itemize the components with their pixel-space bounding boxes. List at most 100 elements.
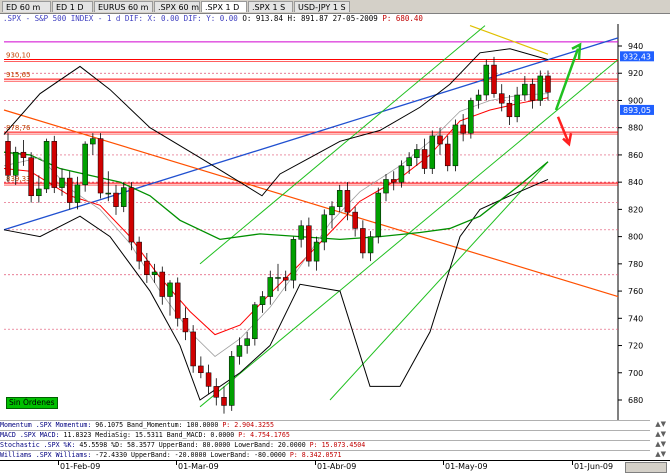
candle-body <box>36 188 42 197</box>
tab-spx-1-s[interactable]: .SPX 1 S <box>248 1 293 12</box>
chart-header: .SPX - S&P 500 INDEX - 1 d DIF: X: 0.00 … <box>3 14 423 24</box>
candle-body <box>128 187 135 243</box>
candle-body <box>306 225 312 262</box>
y-axis-label: 720 <box>628 342 643 351</box>
level-label: 930,10 <box>6 51 31 59</box>
candle-body <box>429 135 436 169</box>
y-axis-label: 680 <box>628 396 643 405</box>
candle-body <box>444 143 451 167</box>
price-chart[interactable]: 930,10915,65878,76839,336807007207407607… <box>0 24 670 420</box>
candle-body <box>282 277 289 281</box>
candle-body <box>460 124 466 134</box>
indicator-pane-3[interactable]: Stochastic .SPX %K: 45.5598 %D: 58.3577 … <box>0 440 650 449</box>
candle-body <box>298 225 304 240</box>
candle-body <box>228 356 235 406</box>
candle-body <box>244 338 250 346</box>
candle-body <box>290 239 297 281</box>
candle-body <box>329 206 335 216</box>
candle-body <box>82 143 88 186</box>
price-tag-label: 932,43 <box>623 52 651 61</box>
indicator-pane-4[interactable]: Williams .SPX Williams: -72.4330 UpperBa… <box>0 450 650 459</box>
y-axis-label: 740 <box>628 314 643 323</box>
candle-body <box>221 397 227 406</box>
candle-body <box>468 100 474 134</box>
indicator-values: 45.5598 %D: 58.3577 UpperBand: 80.0000 L… <box>79 441 310 449</box>
x-axis-label: 01-May-09 <box>445 462 488 471</box>
candle-body <box>475 94 482 101</box>
y-axis-label: 920 <box>628 69 643 78</box>
x-axis-tick <box>443 461 444 465</box>
candle-body <box>414 149 420 158</box>
candle-body <box>352 211 358 229</box>
candle-body <box>275 277 281 279</box>
candle-body <box>498 93 505 104</box>
indicator-p: P: 15.073.4504 <box>309 441 366 449</box>
indicator-values: 11.8323 MediaSig: 15.5311 Band_MACD: 0.0… <box>63 431 239 439</box>
candle-body <box>59 177 65 188</box>
indicator-values: 96.1075 Band_Momentum: 100.0000 <box>95 421 223 429</box>
y-axis-label: 820 <box>628 205 643 214</box>
candle-body <box>105 192 112 195</box>
candle-body <box>545 75 551 93</box>
candle-body <box>360 228 366 254</box>
chart-background <box>0 24 670 420</box>
pane-resize-icon[interactable]: ▲▼ <box>655 420 666 428</box>
pane-resize-icon[interactable]: ▲▼ <box>655 440 666 448</box>
tab-eurus-60-m[interactable]: EURUS 60 m <box>94 1 153 12</box>
level-label: 839,33 <box>6 175 31 183</box>
candle-body <box>344 190 351 213</box>
candle-body <box>198 365 204 374</box>
price-tag-label: 893,05 <box>623 106 651 115</box>
candle-body <box>236 345 243 357</box>
indicator-pane-2[interactable]: MACD .SPX MACD: 11.8323 MediaSig: 15.531… <box>0 430 650 439</box>
x-axis-label: 01-Abr-09 <box>317 462 357 471</box>
indicator-p: P: 8.342.0571 <box>289 451 342 459</box>
x-axis-tick <box>58 461 59 465</box>
level-label: 915,65 <box>6 71 31 79</box>
pane-resize-icon[interactable]: ▲▼ <box>655 430 666 438</box>
candle-body <box>522 83 528 96</box>
candle-body <box>151 271 158 275</box>
tab-spx-1-d[interactable]: .SPX 1 D <box>201 1 247 12</box>
header-p: P: 680.40 <box>382 14 423 23</box>
candle-body <box>167 282 173 297</box>
candle-body <box>174 282 181 319</box>
candle-body <box>205 372 212 387</box>
candle-body <box>483 64 490 96</box>
y-axis-label: 880 <box>628 124 643 133</box>
candle-body <box>506 102 513 118</box>
orders-status-badge: Sin Órdenes <box>6 397 58 409</box>
tab-ed-60-m[interactable]: ED 60 m <box>2 1 51 12</box>
x-axis-tick <box>315 461 316 465</box>
tab-spx-60-m[interactable]: .SPX 60 m <box>154 1 200 12</box>
candle-body <box>190 331 196 367</box>
indicator-name: Momentum .SPX Momentum: <box>0 421 96 429</box>
y-axis-label: 900 <box>628 96 643 105</box>
tab-ed-1-d[interactable]: ED 1 D <box>52 1 93 12</box>
y-axis-label: 700 <box>628 369 643 378</box>
horizontal-scrollbar[interactable] <box>625 462 667 473</box>
indicator-p: P: 2.904.3255 <box>222 421 274 429</box>
header-symbol: .SPX - S&P 500 INDEX - 1 d DIF: X: 0.00 … <box>3 14 238 23</box>
y-axis-label: 940 <box>628 42 643 51</box>
candle-body <box>375 192 382 237</box>
indicator-name: Stochastic .SPX %K: <box>0 441 80 449</box>
candle-body <box>267 277 274 297</box>
tab-usd-jpy-1-s[interactable]: USD-JPY 1 S <box>294 1 350 12</box>
candle-body <box>12 151 19 176</box>
candle-body <box>20 151 27 158</box>
y-axis-label: 800 <box>628 233 643 242</box>
candle-body <box>398 165 405 183</box>
candle-body <box>491 64 497 94</box>
candle-body <box>51 141 58 188</box>
pane-resize-icon[interactable]: ▲▼ <box>655 450 666 458</box>
x-axis-label: 01-Jun-09 <box>574 462 614 471</box>
y-axis-label: 760 <box>628 287 643 296</box>
candle-body <box>452 124 459 167</box>
candle-body <box>66 177 73 203</box>
indicator-pane-1[interactable]: Momentum .SPX Momentum: 96.1075 Band_Mom… <box>0 420 650 429</box>
indicator-values: -72.4330 UpperBand: -20.0000 LowerBand: … <box>95 451 290 459</box>
chart-tab-bar: ED 60 m ED 1 D EURUS 60 m .SPX 60 m .SPX 1 D… <box>0 0 670 14</box>
candle-body <box>97 138 104 194</box>
candle-body <box>321 214 328 243</box>
